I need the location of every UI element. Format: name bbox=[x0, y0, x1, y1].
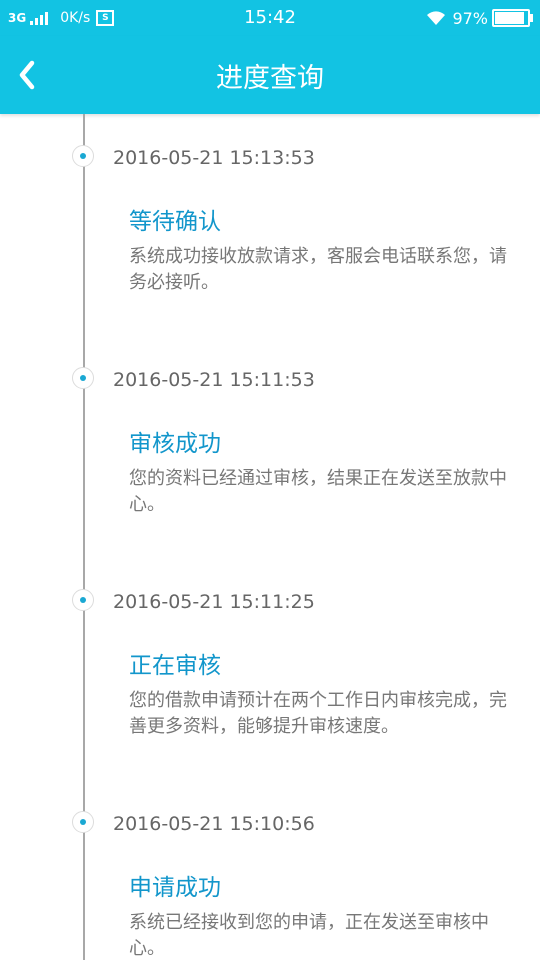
entry-time: 2016-05-21 15:10:56 bbox=[113, 813, 315, 835]
entry-time: 2016-05-21 15:11:25 bbox=[113, 591, 315, 613]
entry-status: 正在审核 bbox=[129, 653, 221, 679]
battery-icon bbox=[492, 9, 533, 27]
entry-description: 您的借款申请预计在两个工作日内审核完成，完善更多资料，能够提升审核速度。 bbox=[129, 690, 507, 737]
battery-cap bbox=[530, 14, 533, 22]
app-toolbar: 进度查询 bbox=[0, 36, 540, 114]
timeline-entry: 2016-05-21 15:11:53 审核成功 您的资料已经通过审核，结果正在… bbox=[0, 336, 540, 536]
status-right: 97% bbox=[426, 8, 533, 28]
entry-description: 您的资料已经通过审核，结果正在发送至放款中心。 bbox=[129, 468, 507, 515]
timeline-dot-icon bbox=[72, 145, 94, 167]
timeline-entry: 2016-05-21 15:10:56 申请成功 系统已经接收到您的申请，正在发… bbox=[0, 780, 540, 980]
status-bar: 3G 0K/s S 15:42 97% bbox=[0, 0, 540, 36]
wifi-icon bbox=[427, 11, 446, 25]
entry-status: 等待确认 bbox=[129, 209, 221, 235]
entry-time: 2016-05-21 15:13:53 bbox=[113, 147, 315, 169]
progress-timeline: 2016-05-21 15:13:53 等待确认 系统成功接收放款请求，客服会电… bbox=[0, 114, 540, 960]
entry-status: 审核成功 bbox=[129, 431, 221, 457]
entry-status: 申请成功 bbox=[129, 875, 221, 901]
timeline-entry: 2016-05-21 15:11:25 正在审核 您的借款申请预计在两个工作日内… bbox=[0, 558, 540, 758]
battery-percent: 97% bbox=[452, 8, 488, 28]
entry-description: 系统成功接收放款请求，客服会电话联系您，请务必接听。 bbox=[129, 246, 507, 293]
entry-description: 系统已经接收到您的申请，正在发送至审核中心。 bbox=[129, 912, 489, 959]
timeline-dot-icon bbox=[72, 811, 94, 833]
battery-fill bbox=[495, 12, 524, 24]
entry-time: 2016-05-21 15:11:53 bbox=[113, 369, 315, 391]
timeline-dot-icon bbox=[72, 589, 94, 611]
page-title: 进度查询 bbox=[216, 63, 324, 94]
timeline-dot-icon bbox=[72, 367, 94, 389]
timeline-entry: 2016-05-21 15:13:53 等待确认 系统成功接收放款请求，客服会电… bbox=[0, 114, 540, 314]
